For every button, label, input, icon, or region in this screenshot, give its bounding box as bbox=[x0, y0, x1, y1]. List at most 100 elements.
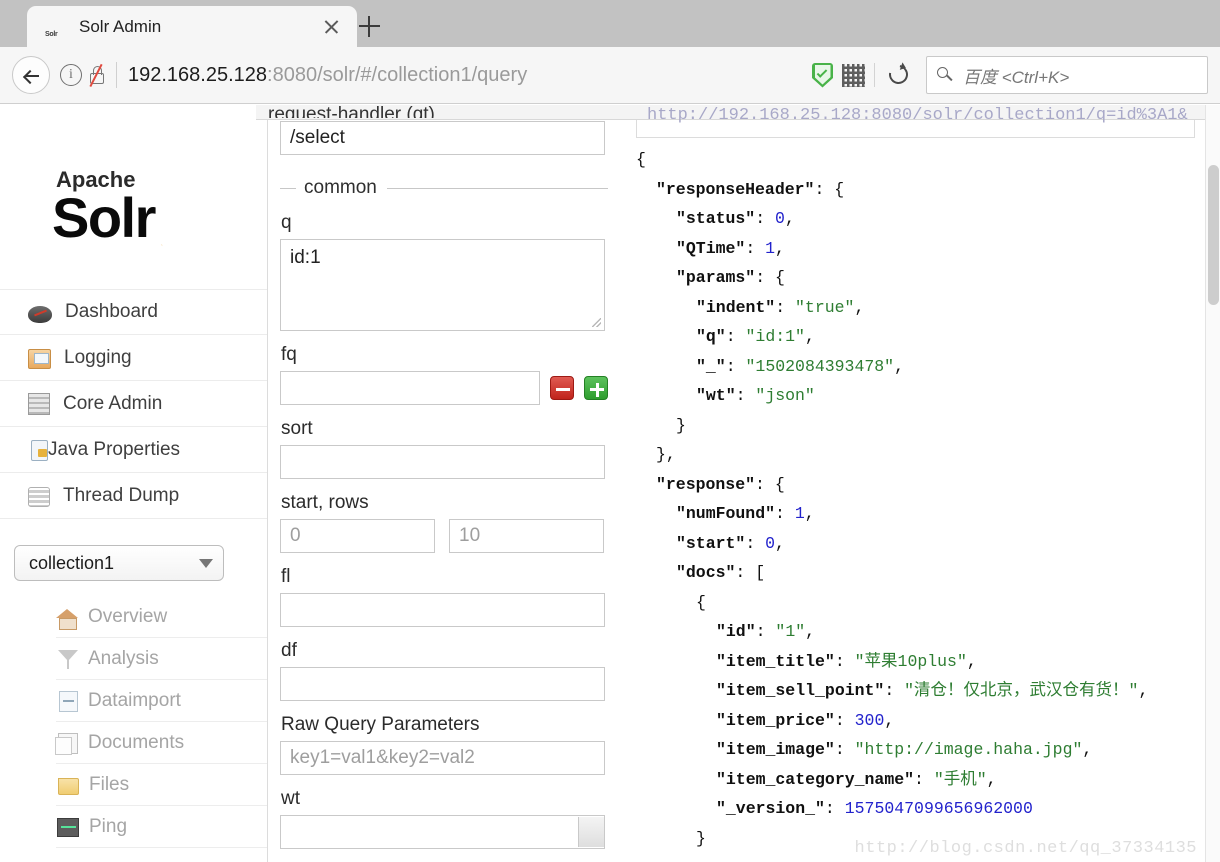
json-token: : bbox=[775, 297, 796, 317]
watermark-text: http://blog.csdn.net/qq_37334135 bbox=[854, 839, 1197, 858]
broken-lock-icon[interactable] bbox=[87, 63, 107, 88]
json-token: "status" bbox=[676, 209, 756, 228]
sidebar-item-thread-dump[interactable]: Thread Dump bbox=[0, 473, 267, 519]
json-token: } bbox=[696, 828, 706, 848]
json-token: "1502084393478" bbox=[745, 356, 895, 376]
json-line: "start": 0, bbox=[636, 529, 1205, 559]
info-icon[interactable]: i bbox=[60, 64, 82, 86]
home-icon bbox=[56, 608, 78, 630]
plus-icon[interactable] bbox=[352, 9, 386, 43]
json-token: "清仓！仅北京，武汉仓有货！" bbox=[904, 681, 1139, 700]
solr-admin-app: Apache Solr Dashboard Logging Core Admin bbox=[0, 105, 1205, 862]
sidebar-item-documents[interactable]: Documents bbox=[55, 722, 267, 764]
json-token: , bbox=[784, 209, 795, 228]
json-token: : bbox=[834, 651, 855, 671]
result-url-link[interactable]: http://192.168.25.128:8080/solr/collecti… bbox=[636, 106, 1195, 138]
back-arrow-icon[interactable] bbox=[12, 56, 50, 94]
json-line: "item_category_name": "手机", bbox=[636, 765, 1205, 795]
fieldset-label: common bbox=[304, 177, 377, 198]
json-token: 1 bbox=[765, 238, 776, 258]
fl-label: fl bbox=[281, 566, 291, 587]
server-stack-icon bbox=[28, 393, 50, 415]
json-token: "1" bbox=[775, 622, 806, 641]
json-token: , bbox=[805, 622, 816, 641]
q-value: id:1 bbox=[290, 247, 321, 268]
shield-check-icon[interactable] bbox=[812, 62, 833, 88]
solr-logo: Apache Solr bbox=[28, 153, 238, 263]
browser-toolbar: i 192.168.25.128:8080/solr/#/collection1… bbox=[0, 47, 1220, 104]
json-token: "q" bbox=[696, 327, 726, 346]
sidebar-item-ping[interactable]: Ping bbox=[56, 806, 267, 848]
ping-icon bbox=[57, 818, 79, 837]
sidebar-item-label: Core Admin bbox=[63, 392, 163, 414]
wt-select[interactable] bbox=[280, 815, 605, 849]
sidebar-item-label: Logging bbox=[64, 346, 132, 368]
sidebar-item-dashboard[interactable]: Dashboard bbox=[0, 289, 267, 335]
json-line: } bbox=[636, 411, 1205, 441]
qr-code-icon[interactable] bbox=[842, 63, 865, 87]
rows-input[interactable]: 10 bbox=[449, 519, 604, 553]
json-token: "item_category_name" bbox=[716, 769, 915, 789]
json-line: "_": "1502084393478", bbox=[636, 352, 1205, 382]
df-label: df bbox=[281, 640, 297, 661]
request-handler-input[interactable]: /select bbox=[280, 121, 605, 155]
json-token: , bbox=[894, 356, 904, 376]
chevron-down-icon bbox=[199, 558, 213, 568]
tab-strip: Solr Solr Admin bbox=[0, 0, 1220, 47]
result-url-text: http://192.168.25.128:8080/solr/collecti… bbox=[647, 106, 1188, 125]
tab-title: Solr Admin bbox=[79, 16, 162, 36]
url-path: :8080/solr/#/collection1/query bbox=[267, 63, 528, 86]
json-token: , bbox=[775, 238, 785, 258]
json-token: , bbox=[884, 710, 895, 730]
json-token: : bbox=[834, 710, 855, 730]
sidebar-item-label: Java Properties bbox=[48, 438, 181, 460]
search-input[interactable]: 百度 <Ctrl+K> bbox=[926, 56, 1208, 94]
fq-row bbox=[280, 371, 608, 405]
core-selector-value: collection1 bbox=[29, 552, 115, 573]
sort-input[interactable] bbox=[280, 445, 605, 479]
sidebar-item-analysis[interactable]: Analysis bbox=[56, 638, 267, 680]
log-tray-icon bbox=[28, 348, 51, 369]
json-line: "params": { bbox=[636, 263, 1205, 293]
sidebar-item-logging[interactable]: Logging bbox=[0, 335, 267, 381]
fq-input[interactable] bbox=[280, 371, 540, 405]
q-input[interactable]: id:1 bbox=[280, 239, 605, 331]
raw-query-parameters-input[interactable]: key1=val1&key2=val2 bbox=[280, 741, 605, 775]
json-token: : [ bbox=[735, 563, 766, 582]
core-selector[interactable]: collection1 bbox=[14, 545, 224, 581]
reload-icon[interactable] bbox=[884, 60, 914, 90]
json-token: : { bbox=[814, 179, 845, 199]
start-input[interactable]: 0 bbox=[280, 519, 435, 553]
json-token: : bbox=[834, 740, 855, 759]
toolbar-icons bbox=[812, 60, 914, 90]
thread-stack-icon bbox=[28, 486, 50, 507]
plus-icon[interactable] bbox=[584, 376, 608, 400]
page-scrollbar[interactable] bbox=[1205, 105, 1220, 862]
sidebar-item-files[interactable]: Files bbox=[56, 764, 267, 806]
json-token: 0 bbox=[765, 533, 776, 553]
browser-tab-solr-admin[interactable]: Solr Solr Admin bbox=[27, 6, 357, 47]
df-input[interactable] bbox=[280, 667, 605, 701]
json-token: "docs" bbox=[676, 563, 736, 582]
minus-icon[interactable] bbox=[550, 376, 574, 400]
sidebar-item-label: Dashboard bbox=[65, 301, 158, 322]
query-result-panel: http://192.168.25.128:8080/solr/collecti… bbox=[628, 105, 1205, 862]
sidebar-item-core-admin[interactable]: Core Admin bbox=[0, 381, 267, 427]
json-token: } bbox=[676, 415, 686, 435]
scrollbar-thumb[interactable] bbox=[1208, 165, 1219, 305]
q-label: q bbox=[281, 212, 292, 233]
close-icon[interactable] bbox=[317, 13, 345, 41]
fieldset-line bbox=[386, 187, 608, 189]
json-token: , bbox=[986, 769, 997, 789]
start-rows-row: 0 10 bbox=[280, 519, 608, 553]
json-token: "wt" bbox=[696, 386, 736, 405]
json-token: "苹果10plus" bbox=[854, 651, 967, 671]
sidebar-item-overview[interactable]: Overview bbox=[56, 596, 267, 638]
sidebar-item-dataimport[interactable]: Dataimport bbox=[56, 680, 267, 722]
fl-input[interactable] bbox=[280, 593, 605, 627]
address-bar[interactable]: 192.168.25.128:8080/solr/#/collection1/q… bbox=[128, 64, 812, 87]
resize-grip-icon[interactable] bbox=[592, 318, 601, 327]
divider bbox=[874, 63, 875, 87]
sidebar-item-java-properties[interactable]: Java Properties bbox=[0, 427, 267, 473]
raw-query-parameters-label: Raw Query Parameters bbox=[281, 714, 480, 735]
